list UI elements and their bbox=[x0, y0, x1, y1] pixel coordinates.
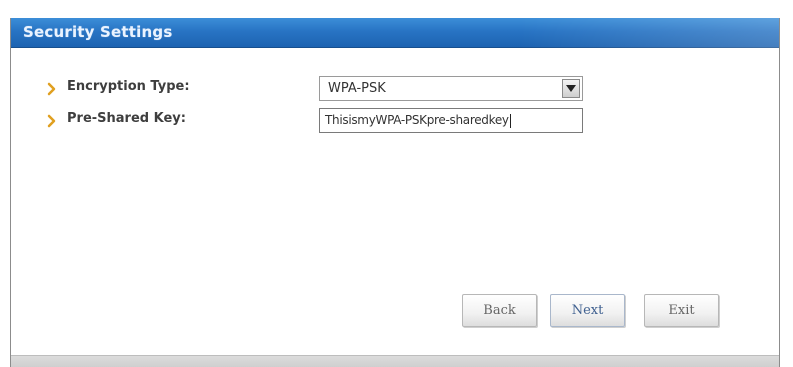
encryption-type-value: WPA-PSK bbox=[328, 81, 386, 96]
title-bar-shine bbox=[519, 18, 779, 48]
pre-shared-key-value: ThisismyWPA-PSKpre-sharedkey bbox=[325, 113, 509, 127]
encryption-type-select[interactable]: WPA-PSK bbox=[319, 76, 583, 101]
encryption-type-row: Encryption Type: WPA-PSK bbox=[47, 76, 747, 101]
bottom-bar bbox=[11, 355, 779, 367]
text-caret bbox=[509, 113, 511, 128]
window-title: Security Settings bbox=[23, 23, 173, 41]
screen: Security Settings Encryption Type: WPA-P… bbox=[0, 0, 793, 367]
dropdown-arrow-icon[interactable] bbox=[562, 79, 580, 98]
chevron-right-icon bbox=[47, 81, 57, 96]
exit-button[interactable]: Exit bbox=[644, 294, 719, 327]
chevron-right-icon bbox=[47, 113, 57, 128]
pre-shared-key-row: Pre-Shared Key: ThisismyWPA-PSKpre-share… bbox=[47, 108, 747, 133]
security-settings-window: Security Settings Encryption Type: WPA-P… bbox=[10, 18, 780, 367]
title-bar: Security Settings bbox=[11, 18, 779, 48]
pre-shared-key-label: Pre-Shared Key: bbox=[67, 111, 186, 126]
pre-shared-key-input[interactable]: ThisismyWPA-PSKpre-sharedkey bbox=[319, 108, 583, 133]
back-button[interactable]: Back bbox=[462, 294, 537, 327]
encryption-type-label: Encryption Type: bbox=[67, 79, 190, 94]
next-button[interactable]: Next bbox=[550, 294, 625, 327]
